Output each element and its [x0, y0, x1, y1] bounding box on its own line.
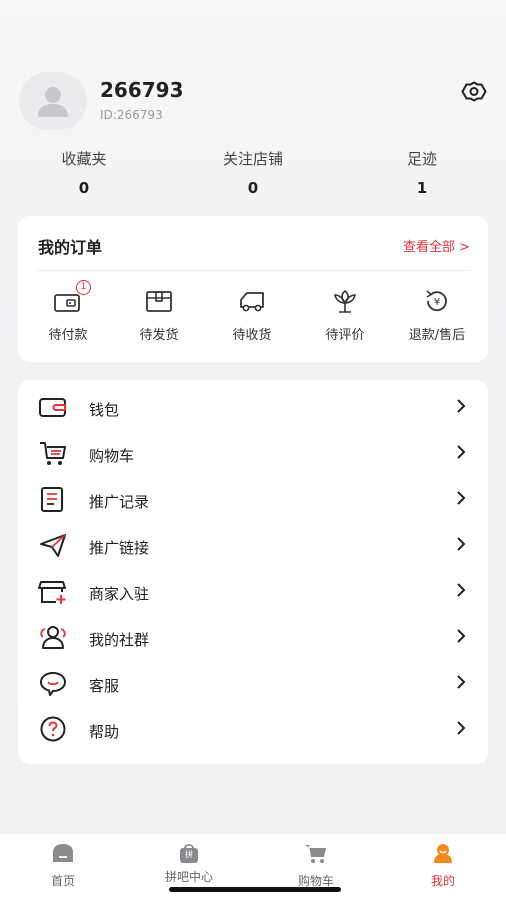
store-icon [38, 581, 66, 604]
menu-item-cart[interactable]: 购物车 [18, 429, 488, 475]
menu-label: 帮助 [89, 723, 120, 741]
help-icon [40, 716, 66, 742]
order-label: 待收货 [232, 328, 272, 343]
gear-icon [461, 81, 487, 102]
stat-value: 1 [416, 179, 428, 197]
menu-label: 购物车 [89, 447, 135, 465]
bag-icon: 拼 [177, 842, 201, 864]
stats-row: 收藏夹 0 关注店铺 0 足迹 1 [0, 148, 506, 204]
profile-header: 266793 ID:266793 [19, 72, 487, 132]
group-icon [40, 626, 66, 649]
tab-label: 我的 [430, 874, 455, 888]
tab-home[interactable]: 首页 [13, 842, 113, 889]
order-label: 待评价 [325, 328, 365, 343]
chevron-right-icon [457, 399, 466, 413]
tab-cart[interactable]: 购物车 [266, 842, 366, 889]
home-icon [53, 844, 73, 862]
menu-item-promotion-link[interactable]: 推广链接 [18, 521, 488, 567]
menu-label: 商家入驻 [89, 585, 150, 603]
tab-pinba-center[interactable]: 拼 拼吧中心 [139, 842, 239, 885]
wallet-icon [39, 398, 66, 417]
box-icon [146, 291, 172, 312]
home-indicator [169, 887, 341, 892]
order-pending-shipment[interactable]: 待发货 [112, 288, 206, 343]
settings-button[interactable] [461, 78, 487, 104]
refund-icon: ¥ [426, 290, 447, 312]
divider [36, 270, 470, 271]
username: 266793 [100, 78, 184, 102]
svg-text:¥: ¥ [434, 297, 440, 308]
chevron-right-icon [457, 537, 466, 551]
avatar[interactable] [19, 72, 87, 130]
menu-item-customer-service[interactable]: 客服 [18, 659, 488, 705]
stat-followed-stores[interactable]: 关注店铺 0 [183, 148, 323, 197]
menu-label: 钱包 [89, 401, 120, 419]
order-pending-receipt[interactable]: 待收货 [205, 288, 299, 343]
stat-label: 足迹 [406, 150, 437, 168]
stat-favorites[interactable]: 收藏夹 0 [14, 148, 154, 197]
view-all-orders-link[interactable]: 查看全部 > [403, 236, 470, 255]
pending-payment-badge: 1 [76, 280, 91, 295]
flower-icon [334, 289, 356, 313]
chevron-right-icon [457, 675, 466, 689]
user-id: ID:266793 [100, 108, 163, 122]
paper-plane-icon [40, 534, 66, 557]
stat-footprints[interactable]: 足迹 1 [352, 148, 492, 197]
tab-label: 首页 [50, 874, 75, 888]
menu-item-promotion-records[interactable]: 推广记录 [18, 475, 488, 521]
menu-label: 推广链接 [89, 539, 150, 557]
stat-value: 0 [247, 179, 259, 197]
menu-label: 客服 [89, 677, 120, 695]
chevron-right-icon [457, 629, 466, 643]
chevron-right-icon [457, 445, 466, 459]
cart-icon [40, 442, 66, 465]
orders-title: 我的订单 [38, 238, 103, 257]
document-icon [41, 487, 63, 512]
order-label: 退款/售后 [408, 328, 466, 343]
cart-icon [305, 845, 326, 863]
menu-item-help[interactable]: 帮助 [18, 705, 488, 751]
orders-card: 我的订单 查看全部 > 1 待付款 待发货 待收货 待评价 ¥ 退款/售后 [18, 216, 488, 362]
menu-item-my-community[interactable]: 我的社群 [18, 613, 488, 659]
order-pending-payment[interactable]: 1 待付款 [21, 280, 115, 343]
chevron-right-icon [457, 491, 466, 505]
menu-card: 钱包 购物车 推广记录 推广链接 商家入驻 我的社群 客服 帮助 [18, 380, 488, 764]
bag-icon-text: 拼 [185, 850, 193, 859]
chat-icon [40, 672, 66, 696]
tab-mine[interactable]: 我的 [393, 842, 493, 889]
tab-label: 拼吧中心 [164, 870, 213, 884]
avatar-placeholder-icon [38, 87, 68, 117]
chevron-right-icon [457, 583, 466, 597]
menu-item-merchant-join[interactable]: 商家入驻 [18, 567, 488, 613]
order-label: 待发货 [139, 328, 179, 343]
menu-label: 我的社群 [89, 631, 150, 649]
order-label: 待付款 [48, 328, 88, 343]
order-pending-review[interactable]: 待评价 [298, 288, 392, 343]
menu-label: 推广记录 [89, 493, 150, 511]
truck-icon [240, 292, 264, 312]
stat-label: 收藏夹 [61, 150, 107, 168]
chevron-right-icon [457, 721, 466, 735]
stat-value: 0 [78, 179, 90, 197]
menu-item-wallet[interactable]: 钱包 [18, 383, 488, 429]
order-refund-aftersale[interactable]: ¥ 退款/售后 [390, 288, 484, 343]
profile-icon [434, 844, 452, 863]
stat-label: 关注店铺 [222, 150, 283, 168]
